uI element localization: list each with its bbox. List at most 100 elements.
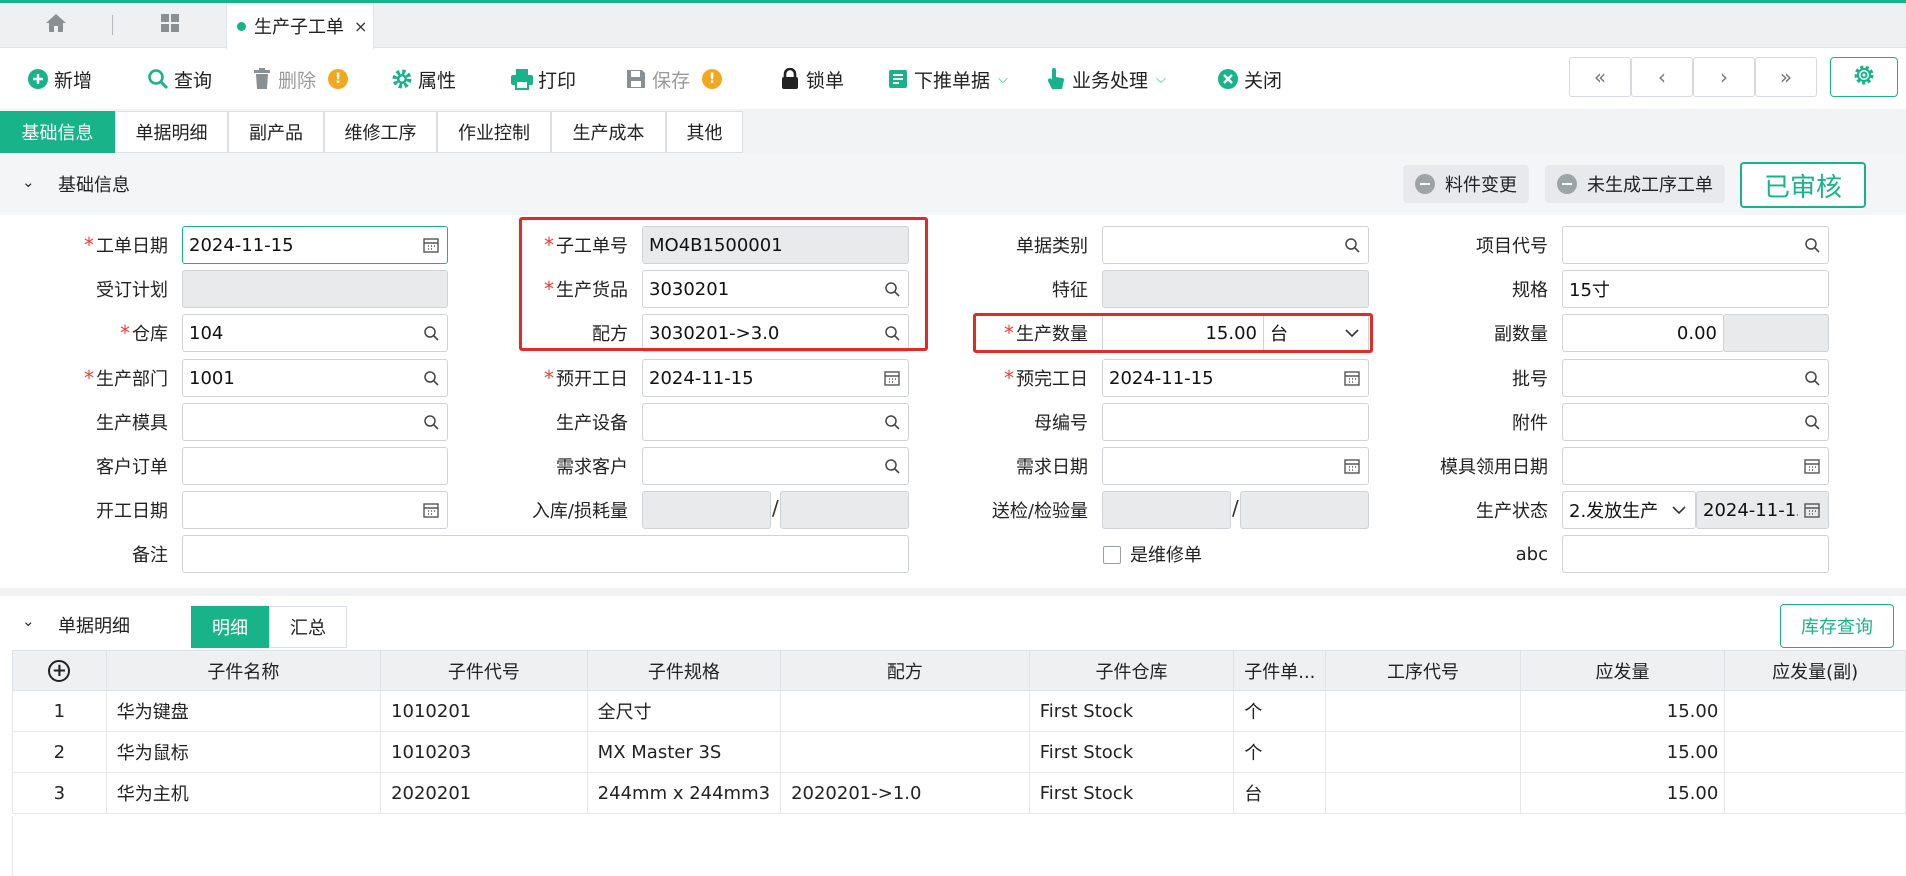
tab-doc-details[interactable]: 单据明细	[115, 111, 228, 153]
cell-code[interactable]: 2020201	[380, 772, 588, 814]
cell-process[interactable]	[1325, 731, 1521, 773]
equipment-field[interactable]	[642, 403, 909, 441]
properties-button[interactable]: 属性	[390, 49, 456, 109]
print-button[interactable]: 打印	[510, 49, 576, 109]
cell-recipe[interactable]	[780, 731, 1030, 773]
tab-basic-info[interactable]: 基础信息	[0, 111, 115, 153]
cell-name[interactable]: 华为鼠标	[105, 731, 382, 773]
search-icon[interactable]	[1342, 235, 1362, 255]
search-icon[interactable]	[882, 456, 902, 476]
column-header[interactable]: 应发量(副)	[1724, 650, 1906, 691]
column-header[interactable]: 子件单...	[1233, 650, 1327, 691]
query-button[interactable]: 查询	[146, 49, 212, 109]
planned-start-field[interactable]: 2024-11-15	[642, 359, 909, 397]
parent-no-field[interactable]	[1102, 403, 1369, 441]
tab-summary[interactable]: 汇总	[269, 606, 347, 648]
cell-recipe[interactable]: 2020201->1.0	[780, 772, 1030, 814]
search-icon[interactable]	[882, 323, 902, 343]
collapse-chevron-icon[interactable]: ⌄	[22, 612, 35, 630]
business-button[interactable]: 业务处理 ⌵	[1044, 49, 1166, 109]
department-field[interactable]: 1001	[182, 359, 448, 397]
doc-type-field[interactable]	[1102, 226, 1369, 264]
column-header[interactable]: 子件仓库	[1028, 650, 1235, 691]
cell-unit[interactable]: 个	[1233, 690, 1327, 732]
search-icon[interactable]	[1802, 412, 1822, 432]
spec-field[interactable]: 15寸	[1562, 270, 1829, 308]
close-button[interactable]: 关闭	[1216, 49, 1282, 109]
delete-button[interactable]: 删除 !	[250, 49, 349, 109]
tab-operation-control[interactable]: 作业控制	[437, 111, 551, 153]
tab-by-products[interactable]: 副产品	[228, 111, 324, 153]
cell-name[interactable]: 华为主机	[105, 772, 382, 814]
cell-recipe[interactable]	[780, 690, 1030, 732]
cell-warehouse[interactable]: First Stock	[1028, 731, 1235, 773]
remark-field[interactable]	[182, 535, 909, 573]
table-row[interactable]: 1 华为键盘 1010201 全尺寸 First Stock 个 15.00	[12, 690, 1906, 732]
cell-qty[interactable]: 15.00	[1519, 690, 1726, 732]
planned-finish-field[interactable]: 2024-11-15	[1102, 359, 1369, 397]
tab-production-cost[interactable]: 生产成本	[551, 111, 666, 153]
product-field[interactable]: 3030201	[642, 270, 909, 308]
column-header[interactable]: 子件名称	[105, 650, 382, 691]
cell-qty[interactable]: 15.00	[1519, 731, 1726, 773]
new-button[interactable]: 新增	[26, 49, 92, 109]
warehouse-field[interactable]: 104	[182, 314, 448, 352]
demand-date-field[interactable]	[1102, 447, 1369, 485]
cell-spec[interactable]: MX Master 3S	[586, 731, 782, 773]
table-row[interactable]: 2 华为鼠标 1010203 MX Master 3S First Stock …	[12, 731, 1906, 773]
start-date-field[interactable]	[182, 491, 448, 529]
mold-field[interactable]	[182, 403, 448, 441]
attachment-field[interactable]	[1562, 403, 1829, 441]
settings-button[interactable]	[1830, 57, 1898, 97]
add-row-icon[interactable]: +	[48, 659, 71, 682]
last-record-button[interactable]: »	[1755, 57, 1817, 97]
tab-detail[interactable]: 明细	[191, 606, 269, 648]
cell-name[interactable]: 华为键盘	[105, 690, 382, 732]
customer-order-field[interactable]	[182, 447, 448, 485]
unit-select[interactable]: 台	[1263, 314, 1369, 352]
tab-other[interactable]: 其他	[666, 111, 743, 153]
work-date-field[interactable]: 2024-11-15	[182, 226, 448, 264]
first-record-button[interactable]: «	[1569, 57, 1631, 97]
calendar-icon[interactable]	[1342, 456, 1362, 476]
column-header[interactable]: 子件代号	[380, 650, 588, 691]
app-menu-tab[interactable]	[113, 3, 226, 48]
home-tab[interactable]	[0, 3, 112, 48]
calendar-icon[interactable]	[421, 235, 441, 255]
sub-quantity-field[interactable]: 0.00	[1562, 314, 1724, 352]
is-repair-checkbox[interactable]	[1103, 546, 1121, 564]
tab-repair-process[interactable]: 维修工序	[324, 111, 437, 153]
push-down-button[interactable]: 下推单据 ⌵	[886, 49, 1008, 109]
close-tab-icon[interactable]: ×	[354, 17, 367, 36]
search-icon[interactable]	[882, 412, 902, 432]
column-header[interactable]: 子件规格	[586, 650, 782, 691]
column-header[interactable]: 配方	[780, 650, 1030, 691]
cell-qty-sub[interactable]	[1724, 731, 1906, 773]
table-row[interactable]: 3 华为主机 2020201 244mm x 244mm3 2020201->1…	[12, 772, 1906, 814]
cell-code[interactable]: 1010203	[380, 731, 588, 773]
cell-code[interactable]: 1010201	[380, 690, 588, 732]
next-record-button[interactable]: ›	[1693, 57, 1755, 97]
lock-button[interactable]: 锁单	[778, 49, 844, 109]
cell-process[interactable]	[1325, 690, 1521, 732]
quantity-field[interactable]: 15.00	[1102, 314, 1264, 352]
cell-spec[interactable]: 全尺寸	[586, 690, 782, 732]
project-code-field[interactable]	[1562, 226, 1829, 264]
search-icon[interactable]	[421, 368, 441, 388]
tab-production-sub-order[interactable]: 生产子工单 ×	[226, 3, 374, 49]
cell-qty[interactable]: 15.00	[1519, 772, 1726, 814]
cell-qty-sub[interactable]	[1724, 690, 1906, 732]
collapse-chevron-icon[interactable]: ⌄	[22, 173, 35, 191]
search-icon[interactable]	[421, 323, 441, 343]
abc-field[interactable]	[1562, 535, 1829, 573]
cell-warehouse[interactable]: First Stock	[1028, 690, 1235, 732]
add-row-header[interactable]: +	[12, 650, 107, 691]
search-icon[interactable]	[421, 412, 441, 432]
cell-unit[interactable]: 台	[1233, 772, 1327, 814]
cell-process[interactable]	[1325, 772, 1521, 814]
cell-qty-sub[interactable]	[1724, 772, 1906, 814]
cell-unit[interactable]: 个	[1233, 731, 1327, 773]
calendar-icon[interactable]	[1802, 456, 1822, 476]
calendar-icon[interactable]	[1342, 368, 1362, 388]
column-header[interactable]: 工序代号	[1325, 650, 1521, 691]
